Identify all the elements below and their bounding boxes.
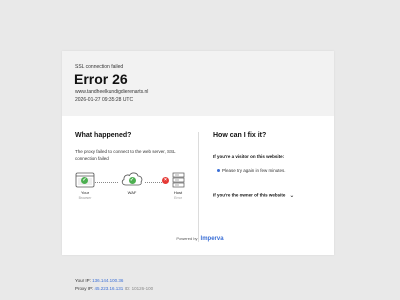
proxy-ip-row: Proxy IP: 45.223.16.131 ID: 10126-100: [75, 285, 153, 293]
owner-toggle[interactable]: If you're the owner of this website ⌄: [213, 192, 294, 199]
error-subtitle: SSL connection failed: [75, 64, 124, 70]
node-status: Browser: [78, 196, 92, 200]
check-icon: ✓: [81, 177, 88, 184]
proxy-ip-value: 45.223.16.131: [94, 286, 124, 291]
browser-node: ✓ Your Browser: [73, 172, 97, 200]
node-status: Error: [174, 196, 182, 200]
node-label: Your: [80, 190, 90, 195]
host-node: × Host Error: [162, 172, 190, 200]
ip-info: Your IP: 136.144.100.36 Proxy IP: 45.223…: [75, 277, 153, 293]
server-icon: [172, 172, 185, 188]
error-card: SSL connection failed Error 26 www.tandh…: [62, 51, 334, 291]
bullet-icon: [217, 169, 220, 173]
your-ip-value: 136.144.100.36: [92, 278, 124, 283]
powered-by-text: Powered by: [176, 236, 198, 241]
host-name: www.tandheelkundigdierenarts.nl: [75, 89, 149, 95]
error-header: SSL connection failed Error 26 www.tandh…: [62, 51, 334, 116]
node-label: WAF: [127, 190, 137, 195]
what-happened-description: The proxy failed to connect to the web s…: [75, 149, 176, 161]
cross-icon: ×: [162, 176, 169, 184]
error-code: Error 26: [74, 71, 128, 87]
timestamp: 2026-01-27 09:35:28 UTC: [75, 97, 134, 103]
proxy-id: ID: 10126-100: [124, 286, 154, 291]
visitor-tip-text: Please try again in few minutes.: [222, 168, 286, 173]
fix-title: How can I fix it?: [213, 132, 267, 139]
visitor-heading: If you're a visitor on this website:: [213, 154, 285, 159]
what-happened-section: What happened? The proxy failed to conne…: [62, 116, 198, 291]
node-label: Host: [173, 190, 183, 195]
waf-node: ✓ WAF: [119, 170, 145, 195]
what-happened-title: What happened?: [75, 132, 132, 139]
chevron-down-icon: ⌄: [289, 193, 295, 199]
owner-heading: If you're the owner of this website: [213, 192, 286, 198]
connection-diagram: ✓ Your Browser ✓ WAF × Host Error: [73, 172, 193, 220]
connection-line: [95, 182, 118, 183]
check-icon: ✓: [128, 177, 136, 184]
fix-section: How can I fix it? If you're a visitor on…: [199, 116, 334, 244]
visitor-tip: Please try again in few minutes.: [217, 168, 286, 173]
your-ip-label: Your IP:: [75, 278, 91, 283]
footer: Powered by Imperva: [0, 236, 400, 242]
imperva-logo[interactable]: Imperva: [201, 236, 224, 242]
your-ip-row: Your IP: 136.144.100.36: [75, 277, 153, 285]
proxy-ip-label: Proxy IP:: [75, 286, 94, 291]
